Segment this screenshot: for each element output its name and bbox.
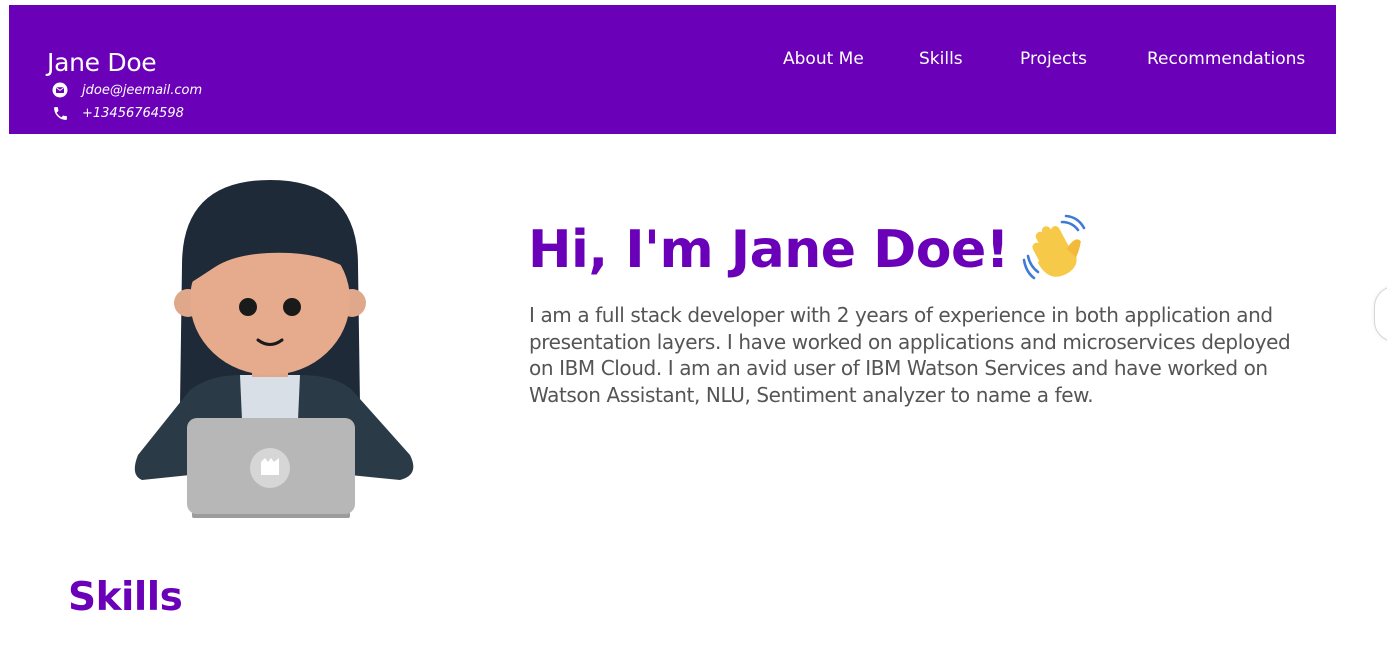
envelope-icon [51, 81, 69, 99]
top-navbar: Jane Doe jdoe@jeemail.com +13456764598 A… [9, 5, 1336, 134]
phone-text[interactable]: +13456764598 [82, 106, 184, 121]
phone-icon [51, 104, 69, 122]
nav-item-projects[interactable]: Projects [1020, 48, 1087, 70]
skills-section-heading: Skills [68, 575, 183, 620]
developer-avatar-illustration [130, 175, 420, 525]
side-tab[interactable] [1374, 286, 1387, 342]
hero-description: I am a full stack developer with 2 years… [529, 303, 1291, 407]
nav-menu: About Me Skills Projects Recommendations [9, 48, 1336, 70]
nav-item-recommendations[interactable]: Recommendations [1147, 48, 1305, 70]
nav-item-skills[interactable]: Skills [919, 48, 963, 70]
nav-item-about-me[interactable]: About Me [783, 48, 864, 70]
contact-email: jdoe@jeemail.com [51, 81, 202, 99]
hero-title: Hi, I'm Jane Doe! [528, 220, 1009, 280]
waving-hand-icon [1022, 214, 1088, 280]
contact-phone: +13456764598 [51, 104, 184, 122]
email-text[interactable]: jdoe@jeemail.com [82, 83, 202, 98]
